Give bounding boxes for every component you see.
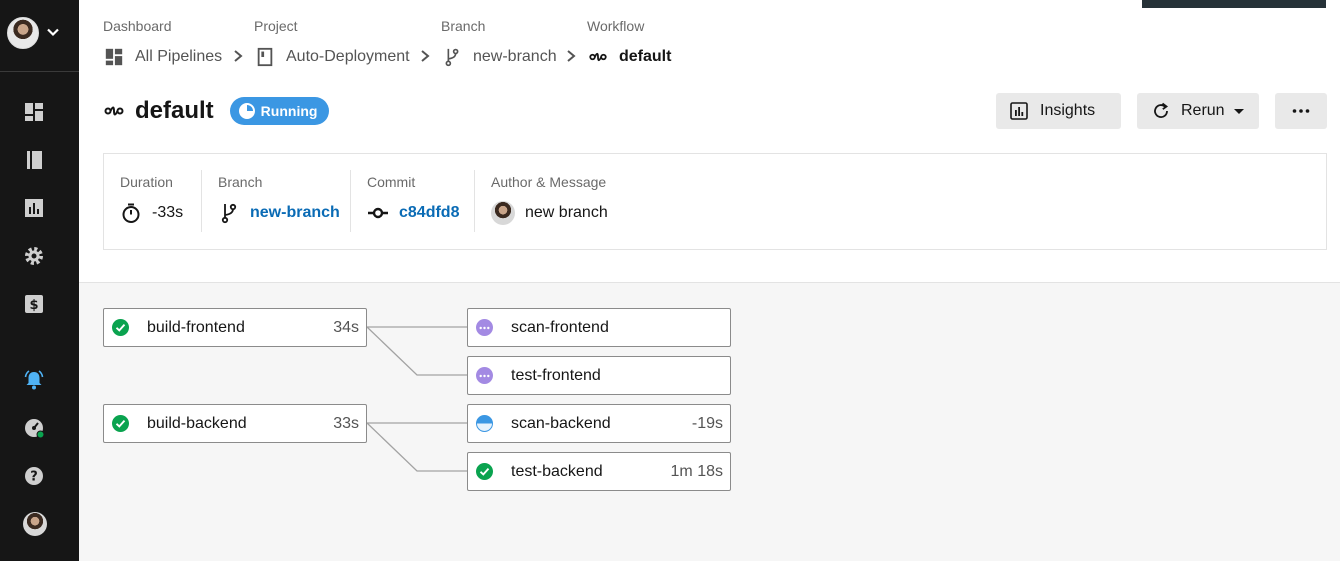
job-duration: -19s — [691, 414, 723, 432]
insights-icon[interactable] — [22, 196, 46, 220]
crumb-branch[interactable]: Branch new-branch — [441, 18, 557, 67]
author-avatar — [491, 201, 515, 225]
job-name: scan-backend — [511, 414, 611, 432]
crumb-value[interactable]: Auto-Deployment — [286, 48, 410, 66]
chevron-right-icon — [234, 50, 243, 62]
branch-link[interactable]: new-branch — [250, 204, 340, 222]
timer-icon — [122, 203, 140, 223]
branch-icon — [221, 203, 237, 224]
project-icon — [254, 46, 276, 68]
crumb-label: Branch — [441, 18, 486, 34]
success-icon — [112, 415, 129, 432]
sidebar: $ ? — [0, 0, 79, 561]
insights-label: Insights — [1040, 102, 1096, 119]
job-scan-backend[interactable]: scan-backend -19s — [467, 404, 731, 443]
svg-text:?: ? — [30, 470, 38, 485]
workflow-graph: build-frontend 34s scan-frontend test-fr… — [79, 282, 1340, 561]
status-label: Running — [260, 103, 318, 119]
duration-value: -33s — [152, 204, 184, 221]
crumb-value[interactable]: new-branch — [473, 48, 557, 66]
notifications-icon[interactable] — [22, 368, 46, 392]
crumb-value[interactable]: All Pipelines — [135, 48, 222, 66]
projects-icon[interactable] — [22, 148, 46, 172]
branch-label: Branch — [218, 174, 263, 190]
job-duration: 1m 18s — [670, 462, 723, 480]
branch-icon — [441, 46, 463, 68]
success-icon — [112, 319, 129, 336]
running-icon — [238, 103, 255, 119]
crumb-label: Dashboard — [103, 18, 172, 34]
dashboard-icon[interactable] — [22, 100, 46, 124]
workflow-details: Duration -33s Branch new-branch Commit c… — [103, 153, 1327, 250]
divider — [474, 170, 475, 232]
workflow-header: default Running — [103, 95, 330, 127]
page-title: default — [135, 97, 214, 124]
job-test-frontend[interactable]: test-frontend — [467, 356, 731, 395]
chevron-down-icon[interactable] — [45, 24, 61, 40]
chevron-right-icon — [567, 50, 576, 62]
avatar[interactable] — [7, 17, 39, 49]
job-build-frontend[interactable]: build-frontend 34s — [103, 308, 367, 347]
success-icon — [476, 463, 493, 480]
svg-text:$: $ — [29, 298, 38, 313]
crumb-label: Workflow — [587, 18, 645, 34]
queued-icon — [476, 367, 493, 384]
divider — [350, 170, 351, 232]
rerun-button[interactable]: Rerun — [1137, 93, 1259, 129]
duration-cell: Duration -33s — [120, 168, 183, 234]
workflow-icon — [104, 106, 124, 116]
job-name: build-backend — [147, 414, 247, 432]
commit-link[interactable]: c84dfd8 — [399, 204, 459, 222]
more-icon — [1292, 109, 1310, 113]
crumb-project[interactable]: Project Auto-Deployment — [254, 18, 410, 67]
commit-cell: Commit c84dfd8 — [367, 168, 459, 234]
divider — [201, 170, 202, 232]
commit-message: new branch — [525, 204, 608, 221]
refresh-icon — [1154, 102, 1169, 118]
dashboard-icon — [103, 46, 125, 68]
job-test-backend[interactable]: test-backend 1m 18s — [467, 452, 731, 491]
insights-icon — [1010, 102, 1028, 120]
job-name: test-backend — [511, 462, 603, 480]
workflow-icon — [587, 46, 609, 68]
caret-down-icon — [1233, 109, 1244, 114]
job-name: scan-frontend — [511, 318, 609, 336]
rerun-label: Rerun — [1181, 102, 1225, 119]
job-name: test-frontend — [511, 366, 601, 384]
duration-label: Duration — [120, 174, 173, 190]
settings-icon[interactable] — [22, 244, 46, 268]
crumb-workflow[interactable]: Workflow default — [587, 18, 671, 65]
crumb-value[interactable]: default — [619, 48, 671, 66]
author-cell: Author & Message new branch — [491, 168, 608, 234]
user-menu[interactable] — [0, 0, 79, 72]
user-avatar[interactable] — [23, 512, 47, 536]
chevron-right-icon — [421, 50, 430, 62]
job-build-backend[interactable]: build-backend 33s — [103, 404, 367, 443]
running-icon — [476, 415, 493, 432]
top-strip — [1142, 0, 1326, 8]
crumb-label: Project — [254, 18, 298, 34]
job-duration: 33s — [333, 414, 359, 432]
crumb-dashboard[interactable]: Dashboard All Pipelines — [103, 18, 222, 66]
commit-label: Commit — [367, 174, 416, 190]
more-button[interactable] — [1275, 93, 1327, 129]
job-duration: 34s — [333, 318, 359, 336]
plan-icon[interactable]: $ — [22, 292, 46, 316]
insights-button[interactable]: Insights — [996, 93, 1121, 129]
commit-icon — [368, 207, 388, 219]
queued-icon — [476, 319, 493, 336]
branch-cell: Branch new-branch — [218, 168, 340, 234]
help-icon[interactable]: ? — [22, 464, 46, 488]
status-icon[interactable] — [22, 416, 46, 440]
status-badge: Running — [229, 97, 330, 125]
job-name: build-frontend — [147, 318, 245, 336]
job-scan-frontend[interactable]: scan-frontend — [467, 308, 731, 347]
author-label: Author & Message — [491, 174, 607, 190]
